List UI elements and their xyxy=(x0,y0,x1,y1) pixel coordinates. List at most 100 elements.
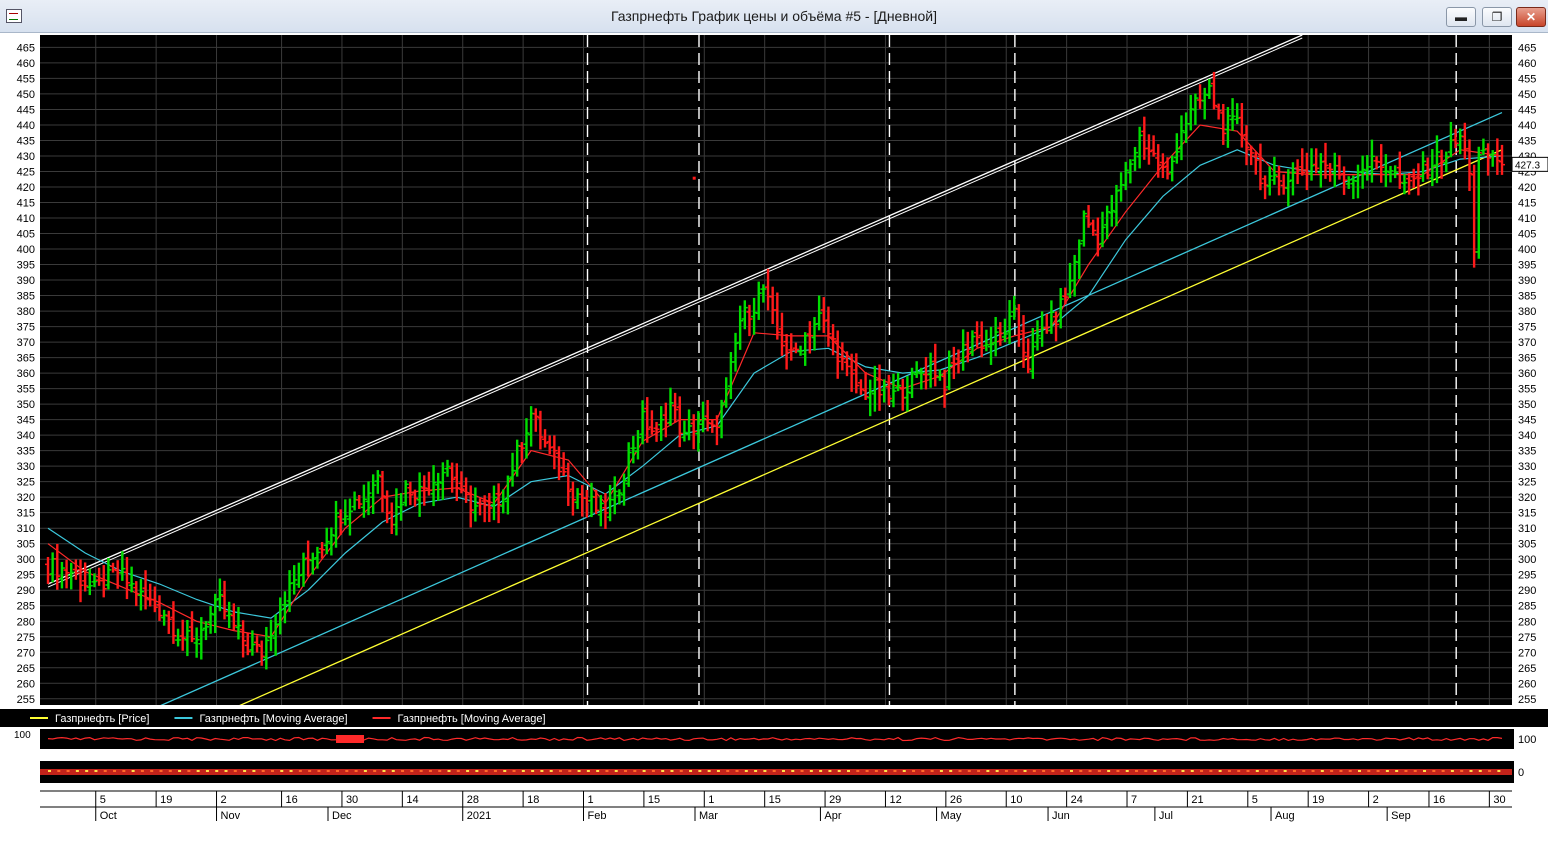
indicator-2-tick xyxy=(902,770,906,772)
indicator-2-tick xyxy=(57,770,61,772)
y-tick-label-left: 420 xyxy=(17,182,35,194)
close-button[interactable]: ✕ xyxy=(1516,7,1546,27)
date-tick-label: 15 xyxy=(769,794,781,806)
indicator-2-tick xyxy=(1097,770,1101,772)
y-tick-label-right: 460 xyxy=(1518,58,1536,70)
date-tick-label: 19 xyxy=(1312,794,1324,806)
last-value-label: 427.3 xyxy=(1515,160,1540,171)
y-tick-label-right: 445 xyxy=(1518,104,1536,116)
indicator-2-tick xyxy=(1432,770,1436,772)
date-tick-label: 15 xyxy=(648,794,660,806)
indicator-2-tick xyxy=(651,770,655,772)
indicator-2-tick xyxy=(707,770,711,772)
y-tick-label-right: 335 xyxy=(1518,446,1536,458)
indicator-2-tick xyxy=(168,770,172,772)
indicator-2-tick xyxy=(503,770,507,772)
legend-label: Газпрнефть [Price] xyxy=(55,713,149,725)
y-tick-label-left: 325 xyxy=(17,477,35,489)
indicator-2-tick xyxy=(1200,770,1204,772)
indicator-2-tick xyxy=(1255,770,1259,772)
y-tick-label-left: 425 xyxy=(17,166,35,178)
date-tick-label: 18 xyxy=(527,794,539,806)
indicator-2-tick xyxy=(661,770,665,772)
y-tick-label-right: 295 xyxy=(1518,570,1536,582)
chart-area[interactable]: 255 255 260 260 265 265 270 270 275 275 280 280 285 2… xyxy=(0,33,1548,844)
indicator-2-tick xyxy=(382,770,386,772)
indicator-2-tick xyxy=(1218,770,1222,772)
indicator-2-tick xyxy=(819,770,823,772)
indicator-2-tick xyxy=(196,770,200,772)
indicator-2-tick xyxy=(1311,770,1315,772)
y-tick-label-right: 275 xyxy=(1518,632,1536,644)
y-tick-label-right: 265 xyxy=(1518,663,1536,675)
y-tick-label-left: 445 xyxy=(17,104,35,116)
period-label: Sep xyxy=(1391,810,1411,822)
indicator-2-tick xyxy=(977,770,981,772)
indicator-2-tick xyxy=(847,770,851,772)
indicator-2-tick xyxy=(85,770,89,772)
y-tick-label-left: 290 xyxy=(17,585,35,597)
indicator-2-tick xyxy=(354,770,358,772)
y-tick-label-right: 260 xyxy=(1518,678,1536,690)
indicator-2-tick xyxy=(791,770,795,772)
minimize-button[interactable]: ▬ xyxy=(1446,7,1476,27)
indicator-2-tick xyxy=(512,770,516,772)
indicator-2-tick xyxy=(809,770,813,772)
indicator-2-tick xyxy=(763,770,767,772)
indicator-2-tick xyxy=(967,770,971,772)
indicator-2-tick xyxy=(233,770,237,772)
indicator-2-tick xyxy=(475,770,479,772)
indicator-2-tick xyxy=(298,770,302,772)
date-tick-label: 14 xyxy=(406,794,418,806)
indicator-2-tick xyxy=(912,770,916,772)
y-tick-label-left: 315 xyxy=(17,508,35,520)
title-bar[interactable]: Газпрнефть График цены и объёма #5 - [Дн… xyxy=(0,0,1548,33)
indicator-2-tick xyxy=(1413,770,1417,772)
indicator-2-tick xyxy=(419,770,423,772)
date-tick-label: 30 xyxy=(346,794,358,806)
indicator-2-tick xyxy=(1032,770,1036,772)
restore-button[interactable]: ❐ xyxy=(1482,7,1512,27)
y-tick-label-left: 330 xyxy=(17,461,35,473)
indicator-2-tick xyxy=(1302,770,1306,772)
plot-background xyxy=(40,35,1512,705)
y-tick-label-right: 285 xyxy=(1518,601,1536,613)
indicator-2-tick xyxy=(921,770,925,772)
y-tick-label-right: 305 xyxy=(1518,539,1536,551)
y-tick-label-left: 255 xyxy=(17,694,35,706)
indicator-2-tick xyxy=(716,770,720,772)
y-tick-label-left: 395 xyxy=(17,260,35,272)
indicator-2-tick xyxy=(66,770,70,772)
y-tick-label-left: 305 xyxy=(17,539,35,551)
y-tick-label-right: 345 xyxy=(1518,415,1536,427)
y-tick-label-right: 385 xyxy=(1518,291,1536,303)
indicator-2-tick xyxy=(624,770,628,772)
y-tick-label-right: 405 xyxy=(1518,229,1536,241)
indicator-2-tick xyxy=(540,770,544,772)
indicator-2-tick xyxy=(893,770,897,772)
date-tick-label: 29 xyxy=(829,794,841,806)
indicator-2-tick xyxy=(939,770,943,772)
indicator-2-tick xyxy=(949,770,953,772)
y-tick-label-right: 420 xyxy=(1518,182,1536,194)
indicator-2-tick xyxy=(1478,770,1482,772)
indicator-2-tick xyxy=(531,770,535,772)
indicator-2-tick xyxy=(401,770,405,772)
indicator-1-blob xyxy=(336,735,365,743)
indicator-2-tick xyxy=(986,770,990,772)
indicator-2-tick xyxy=(1404,770,1408,772)
indicator-2-tick xyxy=(1227,770,1231,772)
date-tick-label: 5 xyxy=(1252,794,1258,806)
y-tick-label-right: 320 xyxy=(1518,492,1536,504)
indicator-2-tick xyxy=(1153,770,1157,772)
indicator-2-tick xyxy=(856,770,860,772)
indicator-2-tick xyxy=(874,770,878,772)
y-tick-label-right: 380 xyxy=(1518,306,1536,318)
y-tick-label-left: 295 xyxy=(17,570,35,582)
indicator-2-tick xyxy=(1079,770,1083,772)
price-volume-chart[interactable]: 255 255260 260265 265270 270275 275280 280285 2… xyxy=(0,33,1548,839)
indicator-2-tick xyxy=(1395,770,1399,772)
indicator-2-tick xyxy=(456,770,460,772)
indicator-2-band xyxy=(40,769,1512,775)
indicator-2-tick xyxy=(568,770,572,772)
